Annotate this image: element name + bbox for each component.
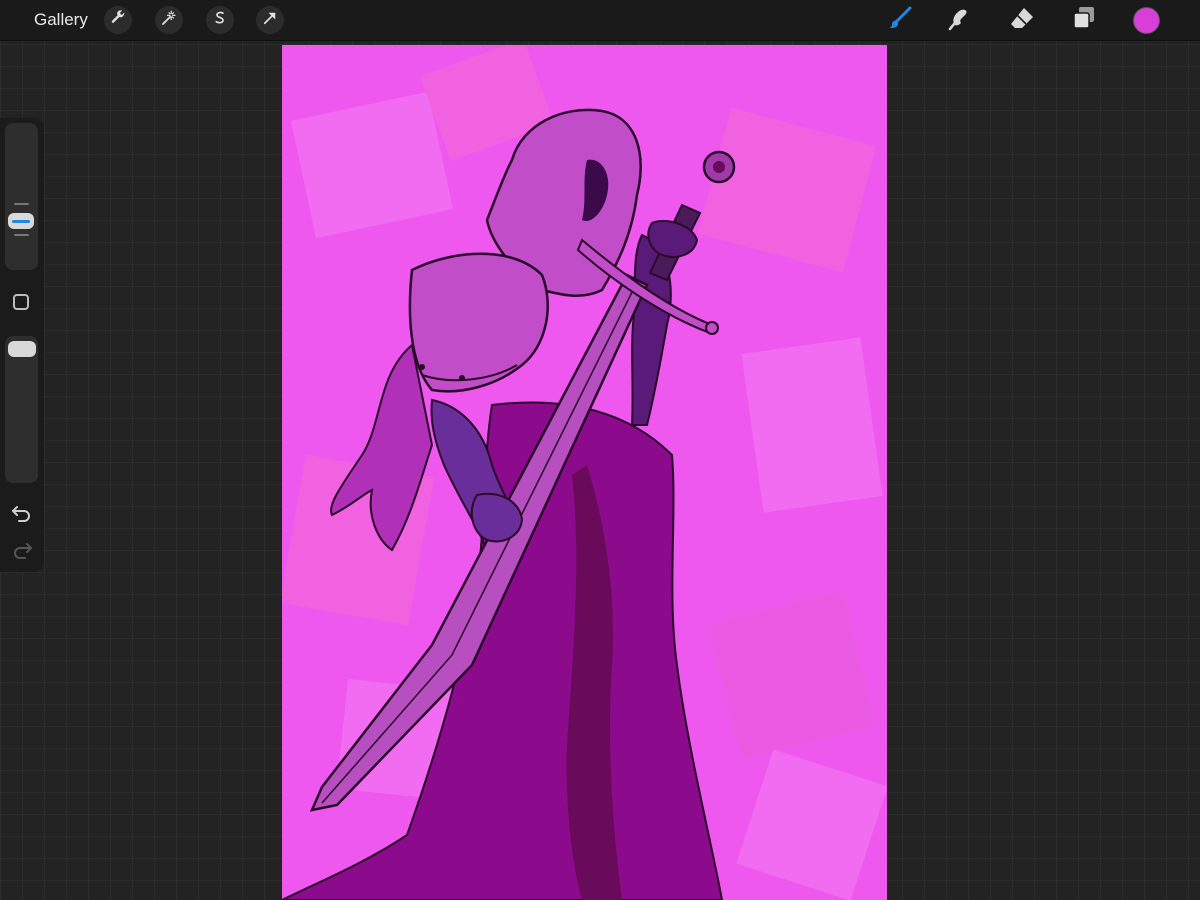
artwork-knight-with-sword: [282, 45, 887, 900]
arrow-cursor-icon: [261, 9, 279, 32]
adjustments-button[interactable]: [155, 6, 183, 34]
drawing-canvas[interactable]: [282, 45, 887, 900]
selection-s-icon: [211, 9, 229, 32]
size-tick-bottom: [14, 234, 29, 236]
brush-icon: [887, 5, 913, 36]
procreate-workspace: Gallery: [0, 0, 1200, 900]
transform-button[interactable]: [256, 6, 284, 34]
modify-button[interactable]: [13, 294, 29, 310]
left-sidebar: [0, 118, 44, 572]
magic-wand-icon: [160, 9, 178, 32]
brush-size-slider[interactable]: [5, 123, 38, 270]
smudge-tool[interactable]: [944, 4, 976, 36]
opacity-slider-thumb[interactable]: [8, 341, 36, 357]
undo-icon: [11, 506, 33, 527]
brush-tool[interactable]: [884, 4, 916, 36]
actions-button[interactable]: [104, 6, 132, 34]
layers-tool[interactable]: [1068, 4, 1100, 36]
layers-icon: [1071, 5, 1097, 36]
undo-button[interactable]: [11, 503, 33, 523]
selection-button[interactable]: [206, 6, 234, 34]
size-slider-thumb[interactable]: [8, 213, 34, 229]
redo-button[interactable]: [11, 540, 33, 560]
eraser-tool[interactable]: [1006, 4, 1038, 36]
smudge-icon: [947, 5, 973, 36]
wrench-icon: [109, 9, 127, 32]
size-tick-top: [14, 203, 29, 205]
opacity-slider[interactable]: [5, 336, 38, 483]
redo-icon: [11, 543, 33, 564]
eraser-icon: [1009, 5, 1035, 36]
color-picker-button[interactable]: [1133, 7, 1160, 34]
top-toolbar: Gallery: [0, 0, 1200, 41]
gallery-button[interactable]: Gallery: [34, 9, 88, 31]
